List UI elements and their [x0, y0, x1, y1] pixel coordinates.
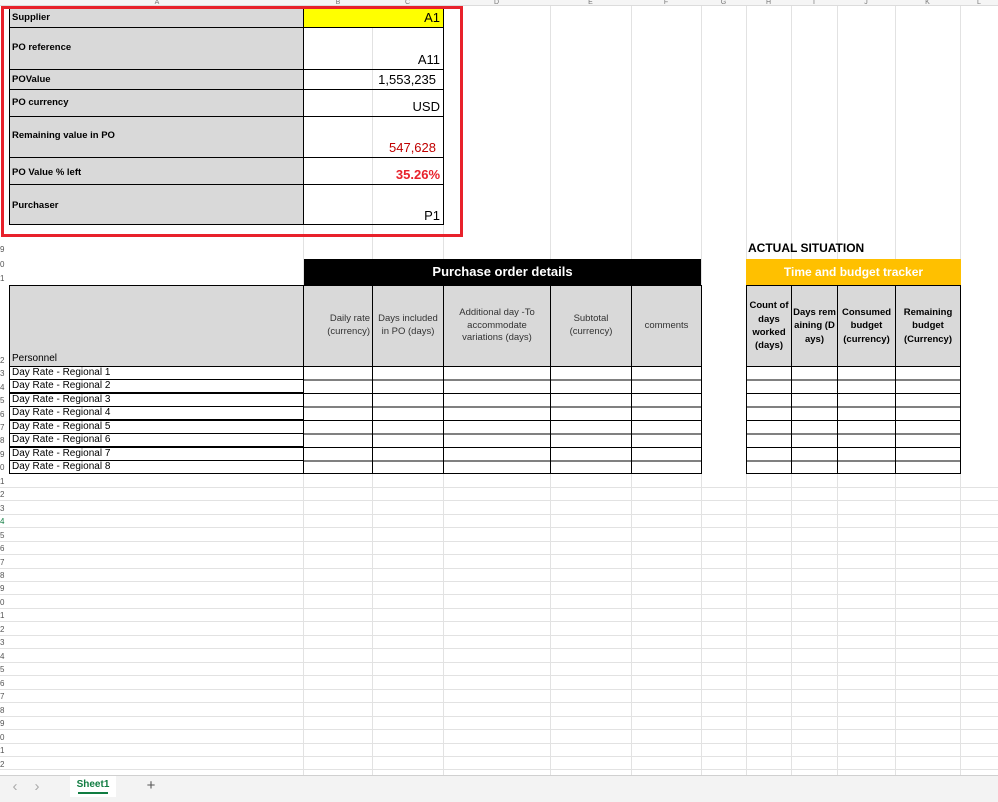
row-number[interactable]: 9 [0, 448, 9, 461]
column-header-I[interactable]: I [791, 0, 837, 6]
row-number[interactable]: 7 [0, 556, 9, 569]
gridline [0, 568, 998, 569]
row-number[interactable]: 8 [0, 434, 9, 447]
purchase-order-banner[interactable]: Purchase order details [304, 259, 701, 285]
personnel-row-label[interactable]: Day Rate - Regional 2 [9, 379, 304, 393]
column-header-E[interactable]: E [550, 0, 631, 6]
row-number[interactable]: 2 [0, 623, 9, 636]
row-number[interactable]: 2 [0, 354, 9, 367]
personnel-header: Personnel [12, 353, 58, 364]
row-number[interactable]: 7 [0, 421, 9, 434]
gridline [0, 621, 998, 622]
row-number[interactable]: 2 [0, 488, 9, 501]
column-header-days-remaining[interactable]: Days remaining (Days) [791, 285, 838, 367]
personnel-row-label[interactable]: Day Rate - Regional 7 [9, 447, 304, 461]
row-number[interactable]: 9 [0, 243, 9, 256]
row-number[interactable]: 2 [0, 758, 9, 771]
row-number[interactable]: 1 [0, 744, 9, 757]
row-number[interactable]: 3 [0, 367, 9, 380]
row-number[interactable]: 0 [0, 596, 9, 609]
row-number[interactable]: 1 [0, 475, 9, 488]
gridline [0, 527, 998, 528]
personnel-row-label[interactable]: Day Rate - Regional 4 [9, 406, 304, 420]
row-number[interactable]: 9 [0, 717, 9, 730]
personnel-row-label[interactable]: Day Rate - Regional 5 [9, 420, 304, 434]
chevron-right-icon[interactable]: › [30, 779, 44, 795]
column-header-additional-day[interactable]: Additional day -To accommodate variation… [443, 285, 551, 367]
column-header-H[interactable]: H [746, 0, 791, 6]
row-number[interactable]: 6 [0, 542, 9, 555]
row-number[interactable]: 5 [0, 663, 9, 676]
column-header-days-included[interactable]: Days included in PO (days) [372, 285, 444, 367]
gridline [0, 635, 998, 636]
gridline [0, 554, 998, 555]
chevron-left-icon[interactable]: ‹ [8, 779, 22, 795]
row-number[interactable]: 1 [0, 272, 9, 285]
selection-outline [1, 6, 463, 237]
gridline [0, 648, 998, 649]
row-number-selected[interactable]: 4 [0, 515, 9, 528]
column-header-L[interactable]: L [960, 0, 998, 6]
row-number[interactable]: 4 [0, 650, 9, 663]
row-number[interactable]: 8 [0, 569, 9, 582]
gridline [0, 689, 998, 690]
gridline [0, 675, 998, 676]
actual-situation-title: ACTUAL SITUATION [748, 241, 865, 255]
gridline [0, 743, 998, 744]
gridline [0, 487, 998, 488]
row-number[interactable]: 0 [0, 461, 9, 474]
row-number[interactable]: 4 [0, 381, 9, 394]
row-number[interactable]: 3 [0, 636, 9, 649]
row-number[interactable]: 7 [0, 690, 9, 703]
gridline [0, 769, 998, 770]
row-number[interactable]: 5 [0, 529, 9, 542]
gridline [0, 514, 998, 515]
column-header-daily-rate[interactable]: Daily rate (currency) [303, 285, 373, 367]
personnel-row-label[interactable]: Day Rate - Regional 8 [9, 460, 304, 474]
sheet-tab-sheet1[interactable]: Sheet1 [70, 776, 116, 797]
column-header-G[interactable]: G [701, 0, 746, 6]
row-number[interactable]: 5 [0, 394, 9, 407]
gridline [0, 541, 998, 542]
row-number[interactable]: 6 [0, 677, 9, 690]
column-header-subtotal[interactable]: Subtotal (currency) [550, 285, 632, 367]
gridline [0, 756, 998, 757]
personnel-row-label[interactable]: Day Rate - Regional 3 [9, 393, 304, 407]
gridline [0, 729, 998, 730]
gridline [0, 581, 998, 582]
row-number[interactable]: 3 [0, 502, 9, 515]
row-number[interactable]: 1 [0, 609, 9, 622]
column-header-K[interactable]: K [895, 0, 960, 6]
gridline [0, 716, 998, 717]
column-header-comments[interactable]: comments [631, 285, 702, 367]
tracker-banner[interactable]: Time and budget tracker [746, 259, 961, 285]
row-number[interactable]: 9 [0, 582, 9, 595]
gridline [0, 702, 998, 703]
row-number[interactable]: 6 [0, 408, 9, 421]
add-sheet-icon[interactable]: + [143, 778, 159, 794]
gridline [0, 500, 998, 501]
column-header-F[interactable]: F [631, 0, 701, 6]
purchase-order-data-grid[interactable] [303, 366, 702, 474]
personnel-row-label[interactable]: Day Rate - Regional 1 [9, 366, 304, 380]
column-header-remaining-budget[interactable]: Remaining budget (Currency) [895, 285, 961, 367]
tracker-data-grid[interactable] [746, 366, 961, 474]
column-header-J[interactable]: J [837, 0, 895, 6]
sheet-tab-label: Sheet1 [76, 779, 110, 790]
row-number[interactable]: 0 [0, 731, 9, 744]
column-header-days-worked[interactable]: Count of days worked (days) [746, 285, 792, 367]
row-number[interactable]: 8 [0, 704, 9, 717]
gridline [0, 608, 998, 609]
personnel-row-label[interactable]: Day Rate - Regional 6 [9, 433, 304, 447]
column-header-consumed-budget[interactable]: Consumed budget (currency) [837, 285, 896, 367]
active-tab-underline [78, 792, 108, 794]
row-number[interactable]: 0 [0, 258, 9, 271]
gridline [0, 662, 998, 663]
gridline [0, 594, 998, 595]
